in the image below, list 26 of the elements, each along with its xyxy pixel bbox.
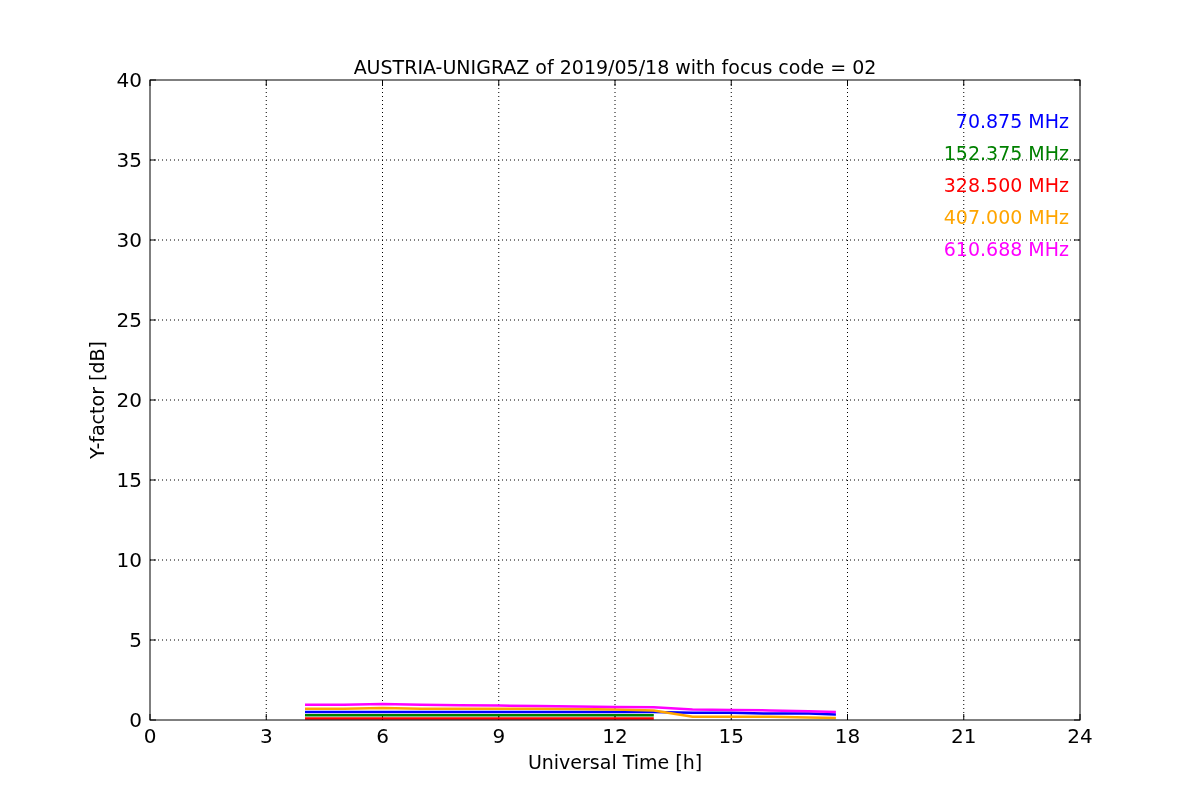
legend-label: 328.500 MHz: [943, 174, 1069, 196]
tick-label: 10: [116, 548, 142, 572]
legend-label: 610.688 MHz: [943, 238, 1069, 260]
tick-label: 6: [376, 724, 389, 748]
tick-label: 21: [951, 724, 977, 748]
tick-label: 24: [1067, 724, 1093, 748]
axis-label: Universal Time [h]: [527, 751, 703, 773]
chart-title: AUSTRIA-UNIGRAZ of 2019/05/18 with focus code = 02: [353, 56, 877, 78]
axis-label: Y-factor [dB]: [86, 341, 108, 459]
tick-label: 0: [129, 708, 142, 732]
tick-label: 12: [602, 724, 628, 748]
tick-label: 30: [116, 228, 142, 252]
tick-label: 18: [834, 724, 861, 748]
tick-label: 15: [116, 468, 142, 492]
tick-label: 5: [129, 628, 142, 652]
legend-label: 70.875 MHz: [955, 110, 1069, 132]
tick-label: 9: [492, 724, 506, 748]
tick-label: 0: [143, 724, 157, 748]
tick-label: 15: [718, 724, 744, 748]
tick-label: 40: [116, 68, 142, 92]
legend-label: 407.000 MHz: [943, 206, 1069, 228]
tick-label: 35: [116, 148, 142, 172]
tick-label: 20: [116, 388, 142, 412]
legend-label: 152.375 MHz: [943, 142, 1069, 164]
tick-label: 3: [259, 724, 273, 748]
tick-label: 25: [116, 308, 142, 332]
